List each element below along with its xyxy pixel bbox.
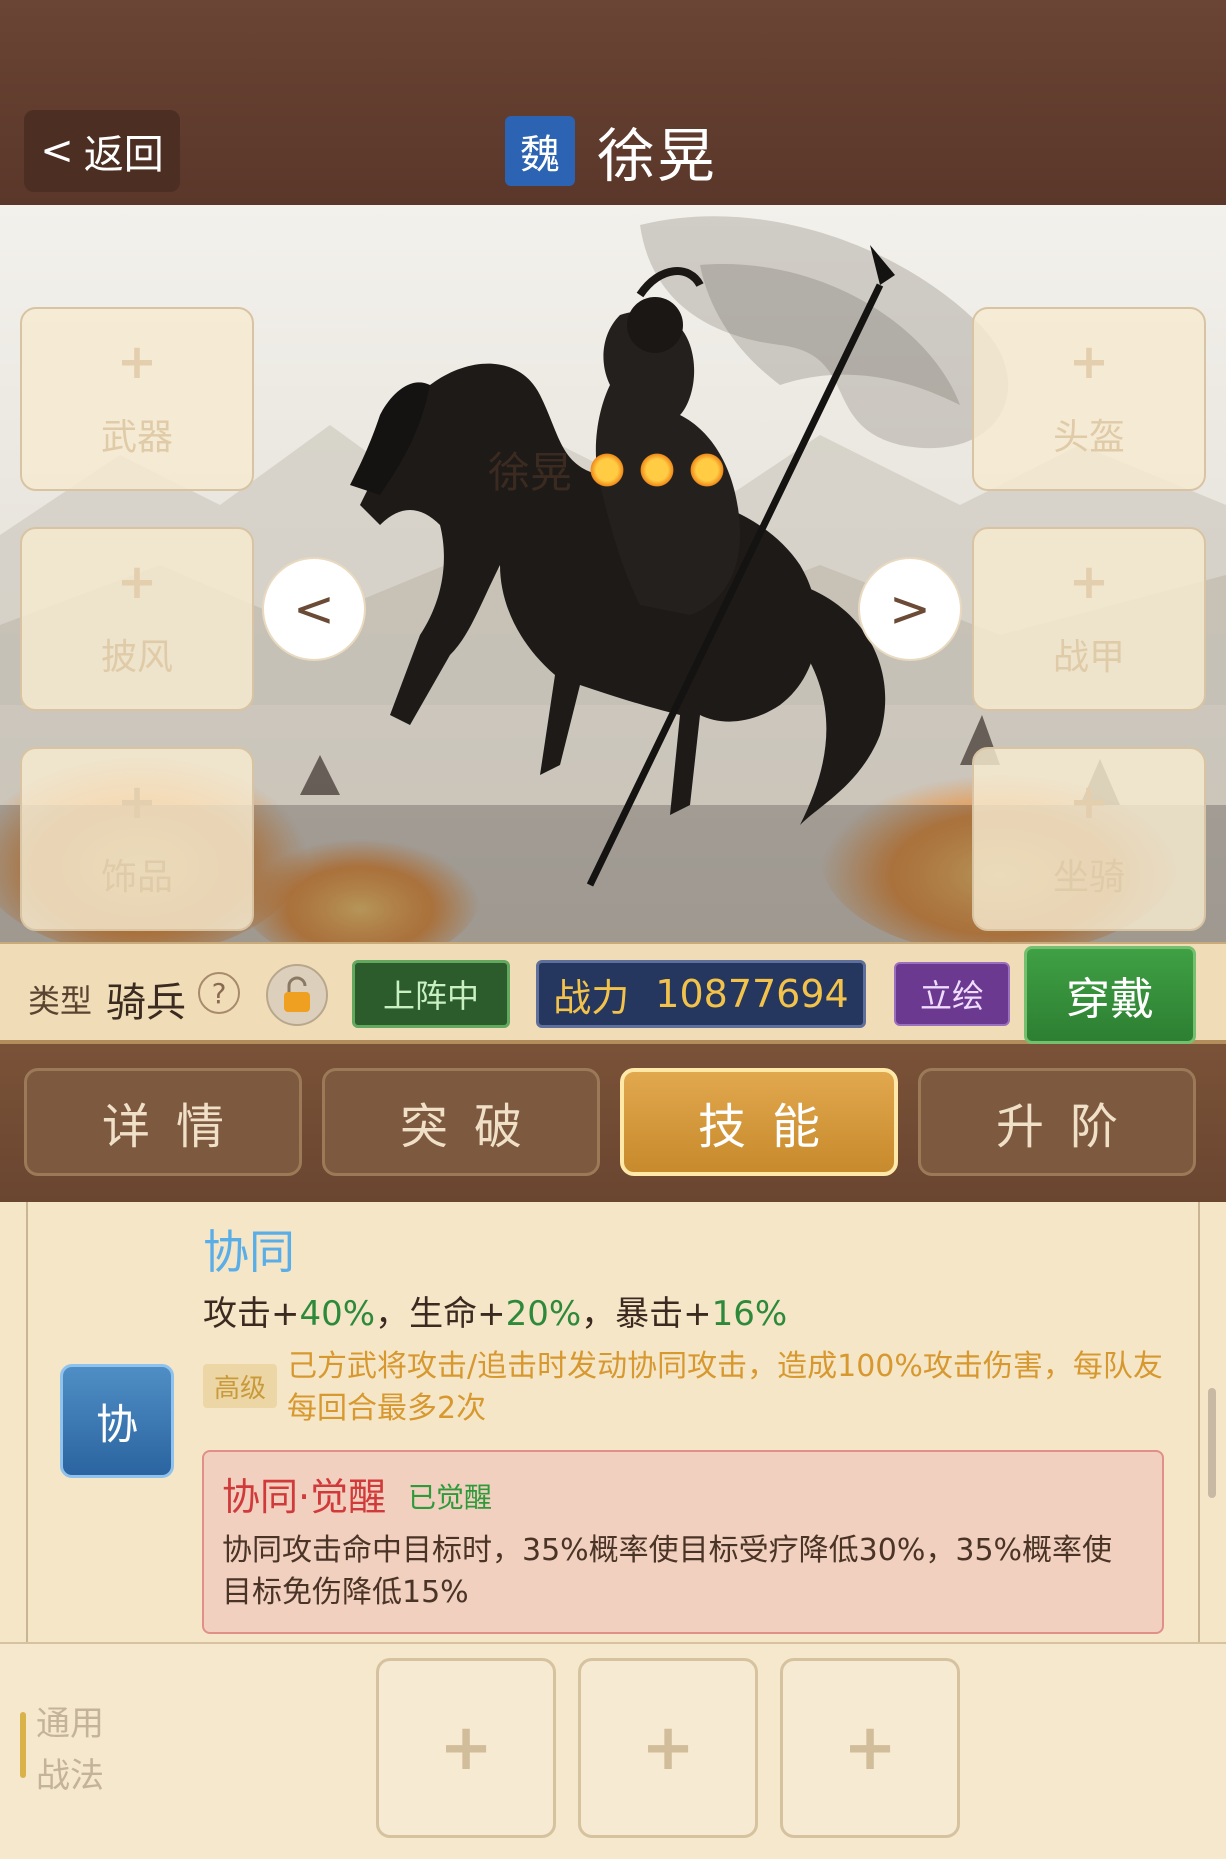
page-title: 徐晃 xyxy=(597,122,718,190)
hero-portrait: 徐晃 + 武器 + 披风 + 饰品 + 头盔 + 战甲 + 坐骑 < > xyxy=(0,205,1226,942)
awaken-description: 协同攻击命中目标时，35%概率使目标受疗降低30%，35%概率使目标免伤降低15… xyxy=(222,1533,1113,1610)
equip-slot-weapon[interactable]: + 武器 xyxy=(20,307,254,491)
plus-icon: + xyxy=(116,554,158,610)
equip-slot-accessory[interactable]: + 饰品 xyxy=(20,747,254,931)
title-group: 魏 徐晃 xyxy=(505,112,717,190)
equip-slot-helmet[interactable]: + 头盔 xyxy=(972,307,1206,491)
portrait-button[interactable]: 立绘 xyxy=(894,962,1010,1026)
slot-label: 武器 xyxy=(100,417,173,458)
plus-icon: + xyxy=(1068,774,1110,830)
lock-icon[interactable] xyxy=(266,964,328,1026)
tab-bar: 详情 突破 技能 升阶 xyxy=(0,1044,1226,1202)
skill-stats: 攻击+40%，生命+20%，暴击+16% xyxy=(203,1294,788,1334)
scrollbar[interactable] xyxy=(1208,1388,1216,1498)
equip-slot-cloak[interactable]: + 披风 xyxy=(20,527,254,711)
prev-hero-button[interactable]: < xyxy=(262,557,366,661)
equip-slot-mount[interactable]: + 坐骑 xyxy=(972,747,1206,931)
awaken-status: 已觉醒 xyxy=(408,1481,493,1514)
star-sun-icon xyxy=(688,450,727,489)
power-label: 战力 xyxy=(553,975,630,1020)
general-tactics-label: 通用战法 xyxy=(36,1704,104,1796)
skill-panel: 协 协同 攻击+40%，生命+20%，暴击+16% 高级 己方武将攻击/追击时发… xyxy=(0,1202,1226,1642)
slot-label: 饰品 xyxy=(100,857,173,898)
tab-skills[interactable]: 技能 xyxy=(620,1068,898,1176)
tactic-slot[interactable]: + xyxy=(780,1658,960,1838)
star-sun-icon xyxy=(638,450,677,489)
star-sun-icon xyxy=(588,450,627,489)
tactic-slot[interactable]: + xyxy=(578,1658,758,1838)
plus-icon: + xyxy=(116,334,158,390)
equip-button[interactable]: 穿戴 xyxy=(1024,946,1196,1044)
tab-breakthrough[interactable]: 突破 xyxy=(322,1068,600,1176)
tab-details[interactable]: 详情 xyxy=(24,1068,302,1176)
type-value: 骑兵 xyxy=(106,980,186,1026)
top-bar: < 返回 魏 徐晃 xyxy=(0,0,1226,205)
hero-info-bar: 类型 骑兵 ? 上阵中 战力 10877694 立绘 穿戴 xyxy=(0,942,1226,1044)
hero-name: 徐晃 xyxy=(488,448,573,497)
help-icon[interactable]: ? xyxy=(198,972,240,1014)
skill-icon[interactable]: 协 xyxy=(60,1364,174,1478)
skill-name: 协同 xyxy=(203,1225,295,1279)
general-tactics-section: 通用战法 + + + xyxy=(0,1642,1226,1859)
chevron-left-icon: < xyxy=(40,128,74,174)
awaken-box: 协同·觉醒 已觉醒 协同攻击命中目标时，35%概率使目标受疗降低30%，35%概… xyxy=(202,1450,1164,1634)
tab-ascend[interactable]: 升阶 xyxy=(918,1068,1196,1176)
slot-label: 披风 xyxy=(100,637,173,678)
skill-tier-badge: 高级 xyxy=(203,1364,277,1408)
slot-label: 头盔 xyxy=(1052,417,1125,458)
slot-label: 战甲 xyxy=(1052,637,1125,678)
equip-slot-armor[interactable]: + 战甲 xyxy=(972,527,1206,711)
deployed-status-badge: 上阵中 xyxy=(352,960,510,1028)
power-value: 10877694 xyxy=(655,972,849,1016)
plus-icon: + xyxy=(1068,334,1110,390)
section-accent-bar xyxy=(20,1712,26,1778)
tactic-slot[interactable]: + xyxy=(376,1658,556,1838)
combat-power: 战力 10877694 xyxy=(536,960,866,1028)
plus-icon: + xyxy=(116,774,158,830)
back-label: 返回 xyxy=(83,132,164,178)
plus-icon: + xyxy=(1068,554,1110,610)
slot-label: 坐骑 xyxy=(1052,857,1125,898)
type-label: 类型 xyxy=(28,982,93,1020)
awaken-title: 协同·觉醒 xyxy=(222,1475,387,1519)
next-hero-button[interactable]: > xyxy=(858,557,962,661)
hero-name-row: 徐晃 xyxy=(488,439,738,500)
skill-description: 己方武将攻击/追击时发动协同攻击，造成100%攻击伤害，每队友每回合最多2次 xyxy=(287,1349,1163,1426)
faction-badge: 魏 xyxy=(505,116,575,186)
back-button[interactable]: < 返回 xyxy=(24,110,180,192)
